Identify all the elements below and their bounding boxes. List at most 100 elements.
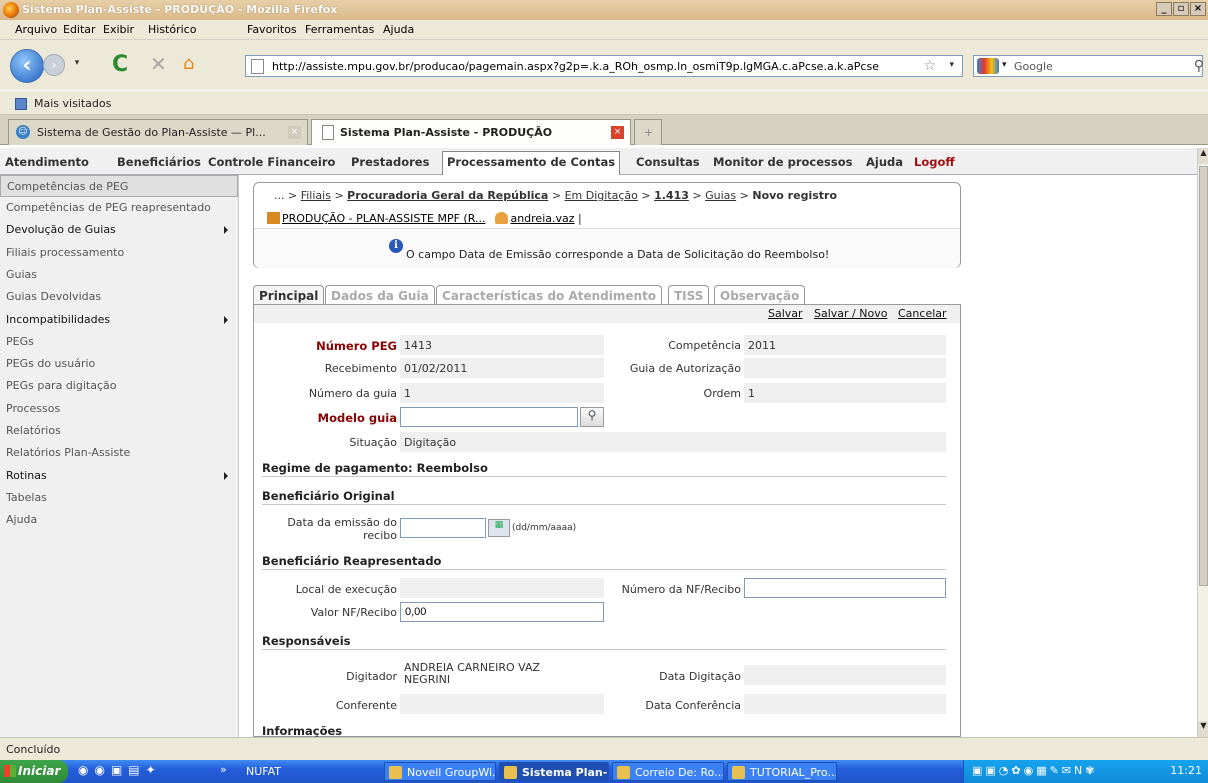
browser-tab-gestao[interactable]: ☺ Sistema de Gestão do Plan-Assiste — Pl… [8,119,308,145]
breadcrumb-em-digitacao[interactable]: Em Digitação [565,189,638,202]
scroll-down-icon[interactable]: ▼ [1198,721,1208,737]
menu-ferramentas[interactable]: Ferramentas [305,23,374,36]
data-emissao-input[interactable] [400,518,486,538]
menu-consultas[interactable]: Consultas [636,155,700,169]
breadcrumb-panel: ... > Filiais > Procuradoria Geral da Re… [253,182,961,268]
search-placeholder[interactable]: Google [1014,60,1053,73]
url-dropdown-icon[interactable]: ▾ [949,60,954,70]
breadcrumb-peg[interactable]: 1.413 [654,189,689,202]
tab-dados-da-guia[interactable]: Dados da Guia [325,285,435,305]
calendar-icon[interactable]: ▦ [488,519,510,537]
numero-nf-input[interactable] [744,578,946,598]
menu-arquivo[interactable]: Arquivo [15,23,57,36]
quick-launch-more[interactable]: » [220,763,227,776]
scroll-thumb[interactable] [1199,166,1208,586]
url-text[interactable]: http://assiste.mpu.gov.br/producao/pagem… [272,60,879,73]
close-button[interactable]: × [1190,2,1206,16]
menu-processamento-de-contas[interactable]: Processamento de Contas [442,151,621,175]
breadcrumb-guias[interactable]: Guias [705,189,736,202]
app-main-menu: Atendimento Beneficiários Controle Finan… [0,148,1198,175]
tray-icons[interactable]: ▣▣◔✿◉▦✎✉N✾ [972,764,1097,777]
close-tab-icon[interactable]: × [611,126,624,139]
taskbar-item-correio[interactable]: Correio De: Ro... [612,762,724,781]
minimize-button[interactable]: _ [1156,2,1172,16]
sidebar-item-relatorios-plan-assiste[interactable]: Relatórios Plan-Assiste [0,442,238,464]
sidebar-item-incompatibilidades[interactable]: Incompatibilidades [0,309,238,331]
menu-historico[interactable]: Histórico [148,23,196,36]
data-digitacao-label: Data Digitação [659,670,741,683]
taskbar-item-groupwise[interactable]: Novell GroupWi... [384,762,496,781]
breadcrumb-procuradoria[interactable]: Procuradoria Geral da República [347,189,548,202]
cancel-button[interactable]: Cancelar [898,307,947,320]
breadcrumb-filiais[interactable]: Filiais [301,189,331,202]
logoff-link[interactable]: Logoff [914,155,955,169]
taskbar-item-label: Novell GroupWi... [407,766,496,779]
forward-button[interactable]: › [43,54,65,76]
competencia-label: Competência [668,339,741,352]
stop-icon[interactable]: ✕ [150,52,167,76]
sidebar-item-pegs[interactable]: PEGs [0,331,238,353]
scroll-up-icon[interactable]: ▲ [1198,148,1208,164]
sidebar-item-competencias-reapresentado[interactable]: Competências de PEG reapresentado [0,197,238,219]
bookmark-mais-visitados[interactable]: Mais visitados [34,97,111,110]
sidebar-item-devolucao-guias[interactable]: Devolução de Guias [0,219,238,241]
sidebar-item-processos[interactable]: Processos [0,398,238,420]
sidebar-item-ajuda[interactable]: Ajuda [0,509,238,531]
vertical-scrollbar[interactable]: ▲ ▼ [1197,148,1208,737]
home-icon[interactable]: ⌂ [183,53,194,74]
user-link[interactable]: andreia.vaz [510,212,574,225]
new-tab-button[interactable]: + [634,119,662,145]
history-dropdown-icon[interactable]: ▾ [70,58,84,74]
sidebar-item-tabelas[interactable]: Tabelas [0,487,238,509]
sidebar-item-pegs-usuario[interactable]: PEGs do usuário [0,353,238,375]
menu-exibir[interactable]: Exibir [103,23,134,36]
maximize-button[interactable]: ▫ [1173,2,1189,16]
sidebar-item-competencias-peg[interactable]: Competências de PEG [0,175,238,197]
taskbar-toolbar-nufat[interactable]: NUFAT [240,762,370,781]
back-button[interactable]: ‹ [10,49,44,83]
mail-icon [617,766,630,779]
address-bar[interactable]: http://assiste.mpu.gov.br/producao/pagem… [245,55,963,77]
tab-principal[interactable]: Principal [253,285,325,305]
valor-nf-input[interactable] [400,602,604,622]
windows-taskbar: Iniciar ◉◉▣▤✦ » NUFAT Novell GroupWi... … [0,760,1208,783]
menu-monitor-de-processos[interactable]: Monitor de processos [713,155,852,169]
start-button[interactable]: Iniciar [0,760,68,783]
taskbar-item-firefox[interactable]: Sistema Plan-... [499,762,609,781]
ordem-label: Ordem [703,387,741,400]
menu-atendimento[interactable]: Atendimento [5,155,89,169]
status-bar: Concluído [0,737,1208,760]
sidebar-item-pegs-digitacao[interactable]: PEGs para digitação [0,375,238,397]
google-icon[interactable] [977,58,999,74]
sidebar-item-relatorios[interactable]: Relatórios [0,420,238,442]
menu-ajuda[interactable]: Ajuda [866,155,903,169]
reload-icon[interactable]: C [112,52,128,77]
search-box[interactable]: ▾ Google ⚲ [973,55,1204,77]
search-lookup-icon[interactable]: ⚲ [580,407,604,427]
menu-editar[interactable]: Editar [63,23,96,36]
tab-tiss[interactable]: TISS [668,285,710,305]
browser-tab-plan-assiste[interactable]: Sistema Plan-Assiste - PRODUÇÃO × [311,119,631,145]
save-button[interactable]: Salvar [768,307,803,320]
sidebar-item-label: PEGs para digitação [6,379,117,392]
modelo-guia-input[interactable] [400,407,578,427]
taskbar-item-tutorial[interactable]: TUTORIAL_Pro... [727,762,837,781]
bookmark-star-icon[interactable]: ☆ [923,58,936,74]
quick-launch[interactable]: ◉◉▣▤✦ [78,763,162,777]
close-tab-icon[interactable]: × [288,126,301,139]
sidebar-item-guias[interactable]: Guias [0,264,238,286]
menu-favoritos[interactable]: Favoritos [247,23,297,36]
menu-beneficiarios[interactable]: Beneficiários [117,155,201,169]
menu-controle-financeiro[interactable]: Controle Financeiro [208,155,335,169]
tab-caracteristicas[interactable]: Características do Atendimento [436,285,663,305]
save-new-button[interactable]: Salvar / Novo [814,307,887,320]
menu-prestadores[interactable]: Prestadores [351,155,429,169]
sidebar-item-guias-devolvidas[interactable]: Guias Devolvidas [0,286,238,308]
menu-ajuda[interactable]: Ajuda [383,23,414,36]
sidebar-item-rotinas[interactable]: Rotinas [0,465,238,487]
tab-observacao[interactable]: Observação [714,285,806,305]
search-engine-dropdown-icon[interactable]: ▾ [1002,60,1007,70]
environment-link[interactable]: PRODUÇÃO - PLAN-ASSISTE MPF (R... [282,212,485,225]
sidebar-item-filiais-processamento[interactable]: Filiais processamento [0,242,238,264]
search-icon[interactable]: ⚲ [1194,58,1204,74]
